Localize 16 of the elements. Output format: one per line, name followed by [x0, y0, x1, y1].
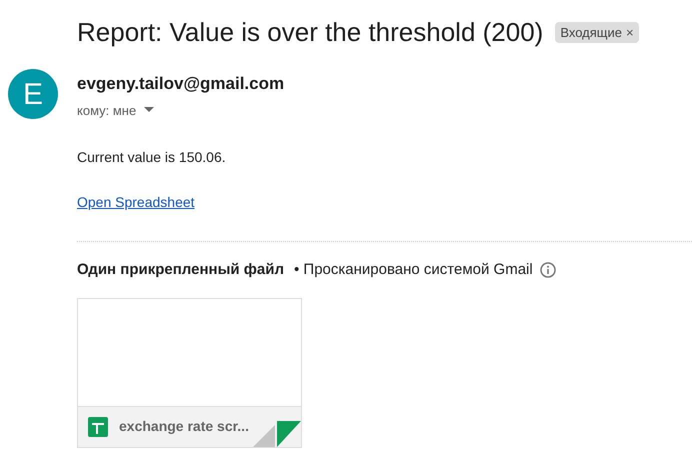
recipient-toggle[interactable]: кому: мне [77, 100, 284, 120]
info-icon[interactable] [540, 262, 556, 278]
label-text: Входящие [560, 24, 622, 42]
scan-note: • Просканировано системой Gmail [294, 260, 533, 280]
sender-email: evgeny.tailov@gmail.com [77, 73, 284, 95]
email-subject: Report: Value is over the threshold (200) [77, 16, 544, 49]
body-text: Current value is 150.06. [77, 148, 226, 167]
spreadsheet-icon [88, 416, 108, 436]
attachments-heading: Один прикрепленный файл [77, 260, 284, 280]
page-corner-icon [253, 420, 301, 446]
dropdown-icon [144, 107, 154, 114]
spreadsheet-link[interactable]: Open Spreadsheet [77, 192, 195, 213]
file-name: exchange rate scr... [119, 417, 249, 436]
avatar: E [8, 69, 58, 119]
attachment-card[interactable]: exchange rate scr... [77, 298, 302, 448]
remove-label-button[interactable]: × [626, 22, 634, 42]
